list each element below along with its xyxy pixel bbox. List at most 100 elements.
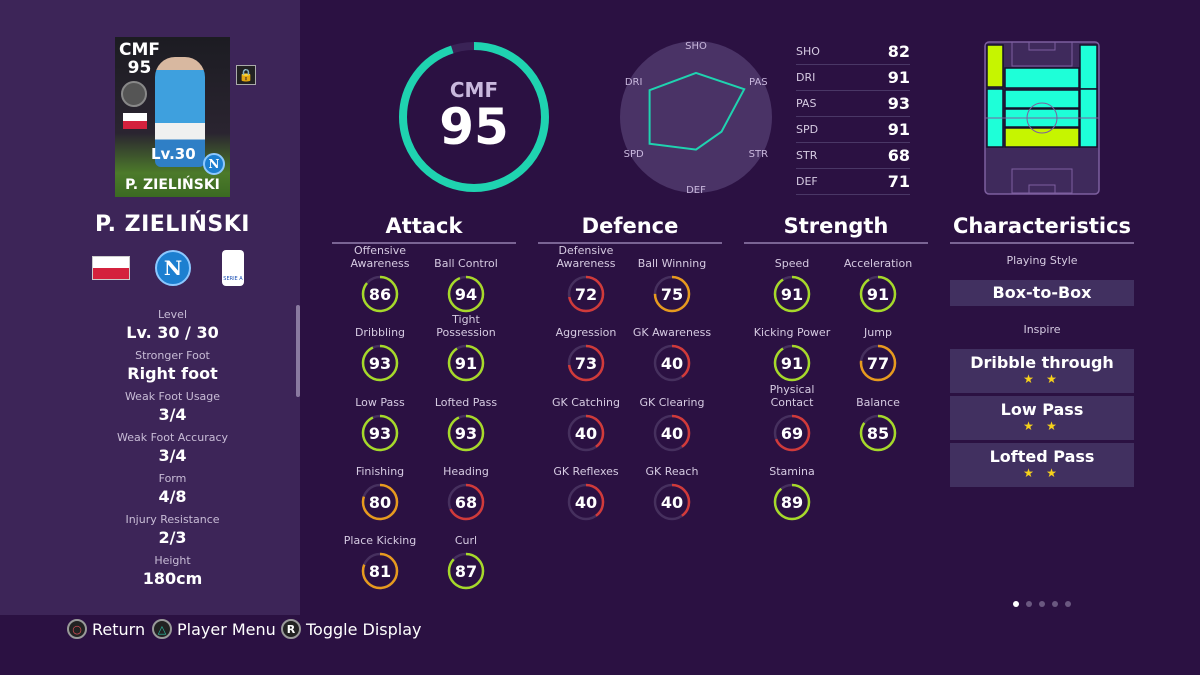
- stat-value: 87: [455, 562, 477, 581]
- star-icon: ★ ★: [1023, 419, 1061, 433]
- info-value: Lv. 30 / 30: [126, 323, 219, 342]
- inspire-name: Low Pass: [1000, 400, 1084, 419]
- stat-value: 80: [369, 493, 391, 512]
- stat-value: 69: [781, 424, 803, 443]
- summary-value: 93: [887, 94, 910, 113]
- stat-gk-clearing: GK Clearing 40: [629, 383, 715, 455]
- inspire-label: Inspire: [1023, 323, 1061, 336]
- playing-style-label: Playing Style: [1006, 254, 1078, 267]
- info-label: Form: [158, 472, 187, 485]
- stat-value: 40: [575, 493, 597, 512]
- card-rating: 95: [127, 58, 152, 78]
- lock-icon[interactable]: 🔒: [236, 65, 256, 85]
- stat-kicking-power: Kicking Power 91: [749, 313, 835, 385]
- card-position: CMF: [119, 40, 161, 60]
- player-menu-button[interactable]: △ Player Menu: [152, 619, 276, 639]
- player-card: CMF 95 Lv.30 N P. ZIELIŃSKI: [115, 37, 230, 197]
- stat-value: 40: [661, 354, 683, 373]
- stat-ring: 40: [653, 483, 691, 521]
- return-label: Return: [92, 619, 146, 639]
- page-dot[interactable]: [1013, 601, 1019, 607]
- club-badge-icon: N: [203, 153, 225, 175]
- toggle-display-button[interactable]: R Toggle Display: [281, 619, 422, 639]
- summary-value: 82: [887, 42, 910, 61]
- stat-ring: 81: [361, 552, 399, 590]
- radar-axis-label: DRI: [625, 77, 643, 88]
- stat-acceleration: Acceleration 91: [835, 244, 921, 316]
- stat-jump: Jump 77: [835, 313, 921, 385]
- stat-label: Kicking Power: [753, 326, 831, 340]
- stat-value: 93: [369, 424, 391, 443]
- stat-value: 86: [369, 285, 391, 304]
- page-dot[interactable]: [1039, 601, 1045, 607]
- zone-lwf: [986, 44, 1004, 88]
- stat-dribbling: Dribbling 93: [337, 313, 423, 385]
- scrollbar[interactable]: [296, 305, 300, 397]
- info-label: Injury Resistance: [125, 513, 220, 526]
- stat-curl: Curl 87: [423, 521, 509, 593]
- stat-value: 89: [781, 493, 803, 512]
- stat-value: 40: [661, 493, 683, 512]
- stat-label: Aggression: [555, 326, 617, 340]
- zone-rwf: [1079, 44, 1098, 90]
- stat-label: Jump: [864, 326, 892, 340]
- section-defence: Defence: [538, 214, 722, 244]
- stat-value: 81: [369, 562, 391, 581]
- league-name: SERIE A: [223, 276, 243, 282]
- stat-label: Stamina: [769, 464, 815, 478]
- stat-ring: 93: [361, 345, 399, 382]
- stat-ball-winning: Ball Winning 75: [629, 244, 715, 316]
- summary-key: SHO: [796, 45, 820, 58]
- summary-value: 71: [887, 172, 910, 191]
- stat-value: 91: [867, 285, 889, 304]
- stat-label: GK Catching: [552, 395, 620, 409]
- info-value: 3/4: [158, 446, 187, 465]
- stat-heading: Heading 68: [423, 452, 509, 524]
- stat-label: Heading: [443, 464, 489, 478]
- page-dot[interactable]: [1065, 601, 1071, 607]
- info-value: 4/8: [158, 487, 187, 506]
- stat-label: Physical Contact: [769, 382, 815, 409]
- stat-value: 77: [867, 354, 889, 373]
- page-dot[interactable]: [1052, 601, 1058, 607]
- radar-chart: SHO PAS STR DEF SPD DRI: [620, 41, 772, 196]
- stat-ring: 68: [447, 483, 485, 521]
- zone-ss: [1004, 67, 1080, 89]
- stat-gk-awareness: GK Awareness 40: [629, 313, 715, 385]
- info-label: Weak Foot Usage: [124, 390, 221, 403]
- stat-speed: Speed 91: [749, 244, 835, 316]
- page-dot[interactable]: [1026, 601, 1032, 607]
- inspire-item: Low Pass ★ ★: [950, 396, 1134, 440]
- stat-ring: 80: [361, 483, 399, 521]
- stat-ring: 86: [361, 275, 399, 313]
- stat-label: Speed: [774, 257, 810, 270]
- stat-low-pass: Low Pass 93: [337, 383, 423, 455]
- stat-value: 93: [455, 424, 477, 443]
- stat-lofted-pass: Lofted Pass 93: [423, 383, 509, 455]
- stat-value: 68: [455, 493, 477, 512]
- player-name: P. ZIELIŃSKI: [95, 212, 250, 237]
- player-info-list: Level Lv. 30 / 30 Stronger Foot Right foot W…: [0, 308, 345, 595]
- stat-ring: 75: [653, 275, 691, 313]
- summary-key: SPD: [796, 123, 819, 136]
- stat-value: 94: [455, 285, 477, 304]
- return-button[interactable]: ○ Return: [67, 619, 145, 639]
- radar-axis-label: STR: [749, 149, 768, 160]
- nationality-flag-icon: [92, 256, 130, 280]
- summary-key: STR: [796, 149, 818, 162]
- stat-tight-possession: Tight Possession 91: [423, 313, 509, 385]
- stat-ring: 73: [567, 345, 605, 382]
- stat-value: 93: [369, 354, 391, 373]
- inspire-name: Dribble through: [970, 353, 1114, 372]
- section-characteristics: Characteristics: [950, 214, 1134, 244]
- radar-background: [620, 41, 772, 193]
- stat-label: Curl: [454, 534, 478, 548]
- radar-axis-label: SPD: [624, 149, 644, 160]
- radar-axis-label: SHO: [685, 41, 707, 52]
- summary-value: 91: [887, 68, 910, 87]
- inspire-item: Lofted Pass ★ ★: [950, 443, 1134, 487]
- stat-ring: 93: [447, 414, 485, 451]
- stat-label: Acceleration: [843, 257, 913, 270]
- stat-label: Finishing: [355, 464, 405, 478]
- summary-row: DEF 71: [796, 169, 910, 195]
